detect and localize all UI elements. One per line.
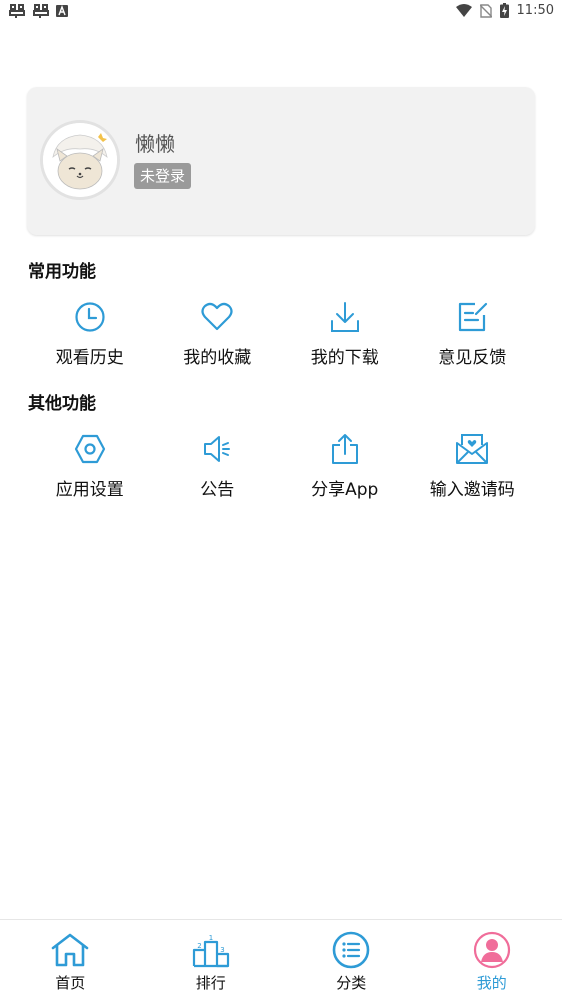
invite-code-button[interactable]: 输入邀请码 — [409, 432, 537, 500]
user-icon — [472, 930, 512, 970]
my-downloads-label: 我的下载 — [310, 348, 379, 368]
invite-code-label: 输入邀请码 — [429, 480, 515, 500]
common-functions-grid: 观看历史 我的收藏 我的下载 意见反馈 — [26, 300, 536, 368]
svg-text:3: 3 — [220, 946, 224, 954]
notification-a-icon — [56, 5, 68, 17]
status-left — [8, 3, 68, 19]
hexagon-settings-icon — [73, 432, 107, 466]
watch-history-label: 观看历史 — [55, 348, 124, 368]
svg-text:2: 2 — [197, 942, 201, 950]
podium-icon: 12 3 — [191, 930, 231, 970]
status-time: 11:50 — [516, 3, 554, 18]
share-app-label: 分享App — [311, 480, 379, 500]
home-icon — [50, 930, 90, 970]
clock-icon — [73, 300, 107, 334]
share-app-button[interactable]: 分享App — [281, 432, 409, 500]
app-settings-label: 应用设置 — [55, 480, 124, 500]
my-downloads-button[interactable]: 我的下载 — [281, 300, 409, 368]
other-section-title: 其他功能 — [28, 394, 96, 414]
my-favorites-button[interactable]: 我的收藏 — [154, 300, 282, 368]
battery-charging-icon — [499, 3, 509, 18]
other-functions-grid: 应用设置 公告 分享App 输入邀请码 — [26, 432, 536, 500]
speaker-icon — [200, 432, 234, 466]
nav-home[interactable]: 首页 — [0, 920, 141, 999]
announcement-label: 公告 — [200, 480, 235, 500]
nav-ranking-label: 排行 — [195, 974, 226, 992]
bug-icon — [9, 4, 25, 18]
svg-text:1: 1 — [209, 934, 213, 942]
feedback-label: 意见反馈 — [438, 348, 507, 368]
my-favorites-label: 我的收藏 — [183, 348, 252, 368]
cat-avatar-icon[interactable] — [40, 120, 120, 200]
share-icon — [328, 432, 362, 466]
announcement-button[interactable]: 公告 — [154, 432, 282, 500]
nav-ranking[interactable]: 12 3 排行 — [141, 920, 282, 999]
nav-category[interactable]: 分类 — [281, 920, 422, 999]
profile-card[interactable]: 懒懒 未登录 — [27, 87, 535, 235]
no-sim-icon — [479, 3, 492, 18]
feedback-button[interactable]: 意见反馈 — [409, 300, 537, 368]
envelope-heart-icon — [455, 432, 489, 466]
nav-mine[interactable]: 我的 — [422, 920, 562, 999]
wifi-icon — [455, 4, 472, 17]
login-status-badge[interactable]: 未登录 — [134, 163, 192, 189]
nav-home-label: 首页 — [55, 974, 86, 992]
app-settings-button[interactable]: 应用设置 — [26, 432, 154, 500]
category-list-icon — [331, 930, 371, 970]
heart-icon — [200, 300, 234, 334]
nav-category-label: 分类 — [336, 974, 367, 992]
download-icon — [328, 300, 362, 334]
username: 懒懒 — [135, 132, 175, 156]
edit-icon — [455, 300, 489, 334]
bottom-nav: 首页 12 3 排行 分类 我的 — [0, 919, 562, 999]
status-right: 11:50 — [455, 3, 554, 18]
common-section-title: 常用功能 — [28, 262, 96, 282]
bug-icon — [33, 4, 49, 18]
status-bar: 11:50 — [0, 0, 562, 24]
watch-history-button[interactable]: 观看历史 — [26, 300, 154, 368]
nav-mine-label: 我的 — [476, 974, 507, 992]
